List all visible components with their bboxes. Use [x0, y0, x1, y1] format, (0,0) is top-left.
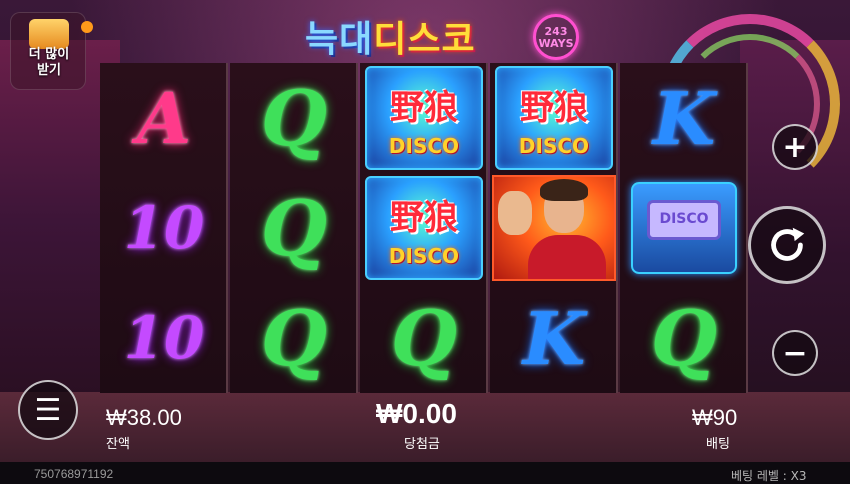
symbol-k: K — [522, 295, 586, 381]
symbol-q: Q — [260, 73, 328, 163]
reel-cell: Q — [230, 173, 358, 283]
singer-hand — [498, 191, 532, 235]
more-get-button[interactable]: 더 많이 받기 — [10, 12, 93, 90]
reel-column: 野狼 DISCO 野狼 DISCO Q — [360, 63, 488, 393]
game-title-part2: 디스코 — [373, 19, 476, 60]
more-get-label: 더 많이 받기 — [11, 47, 87, 79]
symbol-a: A — [136, 76, 192, 160]
gift-icon — [29, 19, 69, 49]
reel-cell: Q — [360, 283, 488, 393]
bet-increase-button[interactable]: + — [772, 124, 818, 170]
spin-button[interactable] — [748, 206, 826, 284]
reel-cell: 野狼 DISCO — [490, 63, 618, 173]
more-get-label-line2: 받기 — [37, 63, 61, 78]
wild-symbol-cn-text: 野狼 — [390, 88, 458, 128]
wild-symbol-cn-text: 野狼 — [390, 198, 458, 238]
menu-button[interactable]: ☰ — [18, 380, 78, 440]
wild-symbol-en-text: DISCO — [388, 244, 460, 268]
singer-hair — [540, 179, 588, 201]
bet-label: 배팅 — [706, 437, 730, 452]
reel-column: 野狼 DISCO K — [490, 63, 618, 393]
symbol-q: Q — [650, 293, 718, 383]
symbol-10: 10 — [123, 304, 205, 372]
footer-bar — [0, 462, 850, 484]
session-id: 750768971192 — [34, 467, 114, 481]
singer-symbol — [492, 175, 616, 281]
reel-cell: 10 — [100, 173, 228, 283]
balance-label: 잔액 — [106, 437, 130, 452]
reel-cell: 野狼 DISCO — [360, 63, 488, 173]
reel-cell: 10 — [100, 283, 228, 393]
game-title-part1: 늑대 — [305, 19, 374, 60]
game-logo: 늑대디스코 243 WAYS — [305, 6, 579, 60]
symbol-q: Q — [390, 293, 458, 383]
menu-icon: ☰ — [34, 392, 62, 428]
bet-level: 베팅 레벨 : X3 — [731, 469, 807, 483]
reel-cell: Q — [620, 283, 748, 393]
reel-cell — [490, 173, 618, 283]
bet-value: ₩90 — [692, 405, 738, 430]
wild-symbol-en-text: DISCO — [388, 134, 460, 158]
symbol-10: 10 — [123, 194, 205, 262]
symbol-q: Q — [260, 293, 328, 383]
symbol-q: Q — [260, 183, 328, 273]
symbol-k: K — [652, 75, 716, 161]
refresh-icon — [771, 227, 805, 261]
reel-cell: Q — [230, 63, 358, 173]
singer-body — [528, 235, 606, 279]
bet-decrease-button[interactable]: − — [772, 330, 818, 376]
wild-disco-symbol: 野狼 DISCO — [495, 66, 613, 170]
reel-cell: K — [490, 283, 618, 393]
plus-icon: + — [782, 129, 808, 165]
reel-grid: A 10 10 Q Q Q 野狼 DISCO 野狼 DISCO Q 野狼 DISCO K K DISCO Q — [100, 63, 750, 393]
wild-symbol-en-text: DISCO — [518, 134, 590, 158]
reel-cell: A — [100, 63, 228, 173]
ways-badge: 243 WAYS — [533, 14, 579, 60]
notification-dot — [81, 21, 93, 33]
reel-cell: K — [620, 63, 748, 173]
game-stage: 늑대디스코 243 WAYS 더 많이 받기 A 10 10 Q Q Q 野狼 DISCO 野狼… — [0, 0, 850, 484]
reel-column: A 10 10 — [100, 63, 228, 393]
reel-cell: 野狼 DISCO — [360, 173, 488, 283]
balance-value: ₩38.00 — [106, 405, 182, 430]
pager-symbol: DISCO — [631, 182, 737, 274]
reel-column: QQQ — [230, 63, 358, 393]
reel-cell: DISCO — [620, 173, 748, 283]
win-label: 당첨금 — [404, 437, 440, 452]
win-value: ₩0.00 — [376, 398, 457, 429]
wild-disco-symbol: 野狼 DISCO — [365, 66, 483, 170]
wild-symbol-cn-text: 野狼 — [520, 88, 588, 128]
wild-disco-symbol: 野狼 DISCO — [365, 176, 483, 280]
minus-icon: − — [782, 335, 808, 371]
pager-screen-text: DISCO — [659, 211, 709, 227]
pager-screen: DISCO — [647, 200, 721, 240]
more-get-label-line1: 더 많이 — [28, 47, 70, 62]
game-title: 늑대디스코 — [305, 10, 476, 62]
reel-cell: Q — [230, 283, 358, 393]
reel-column: K DISCO Q — [620, 63, 748, 393]
